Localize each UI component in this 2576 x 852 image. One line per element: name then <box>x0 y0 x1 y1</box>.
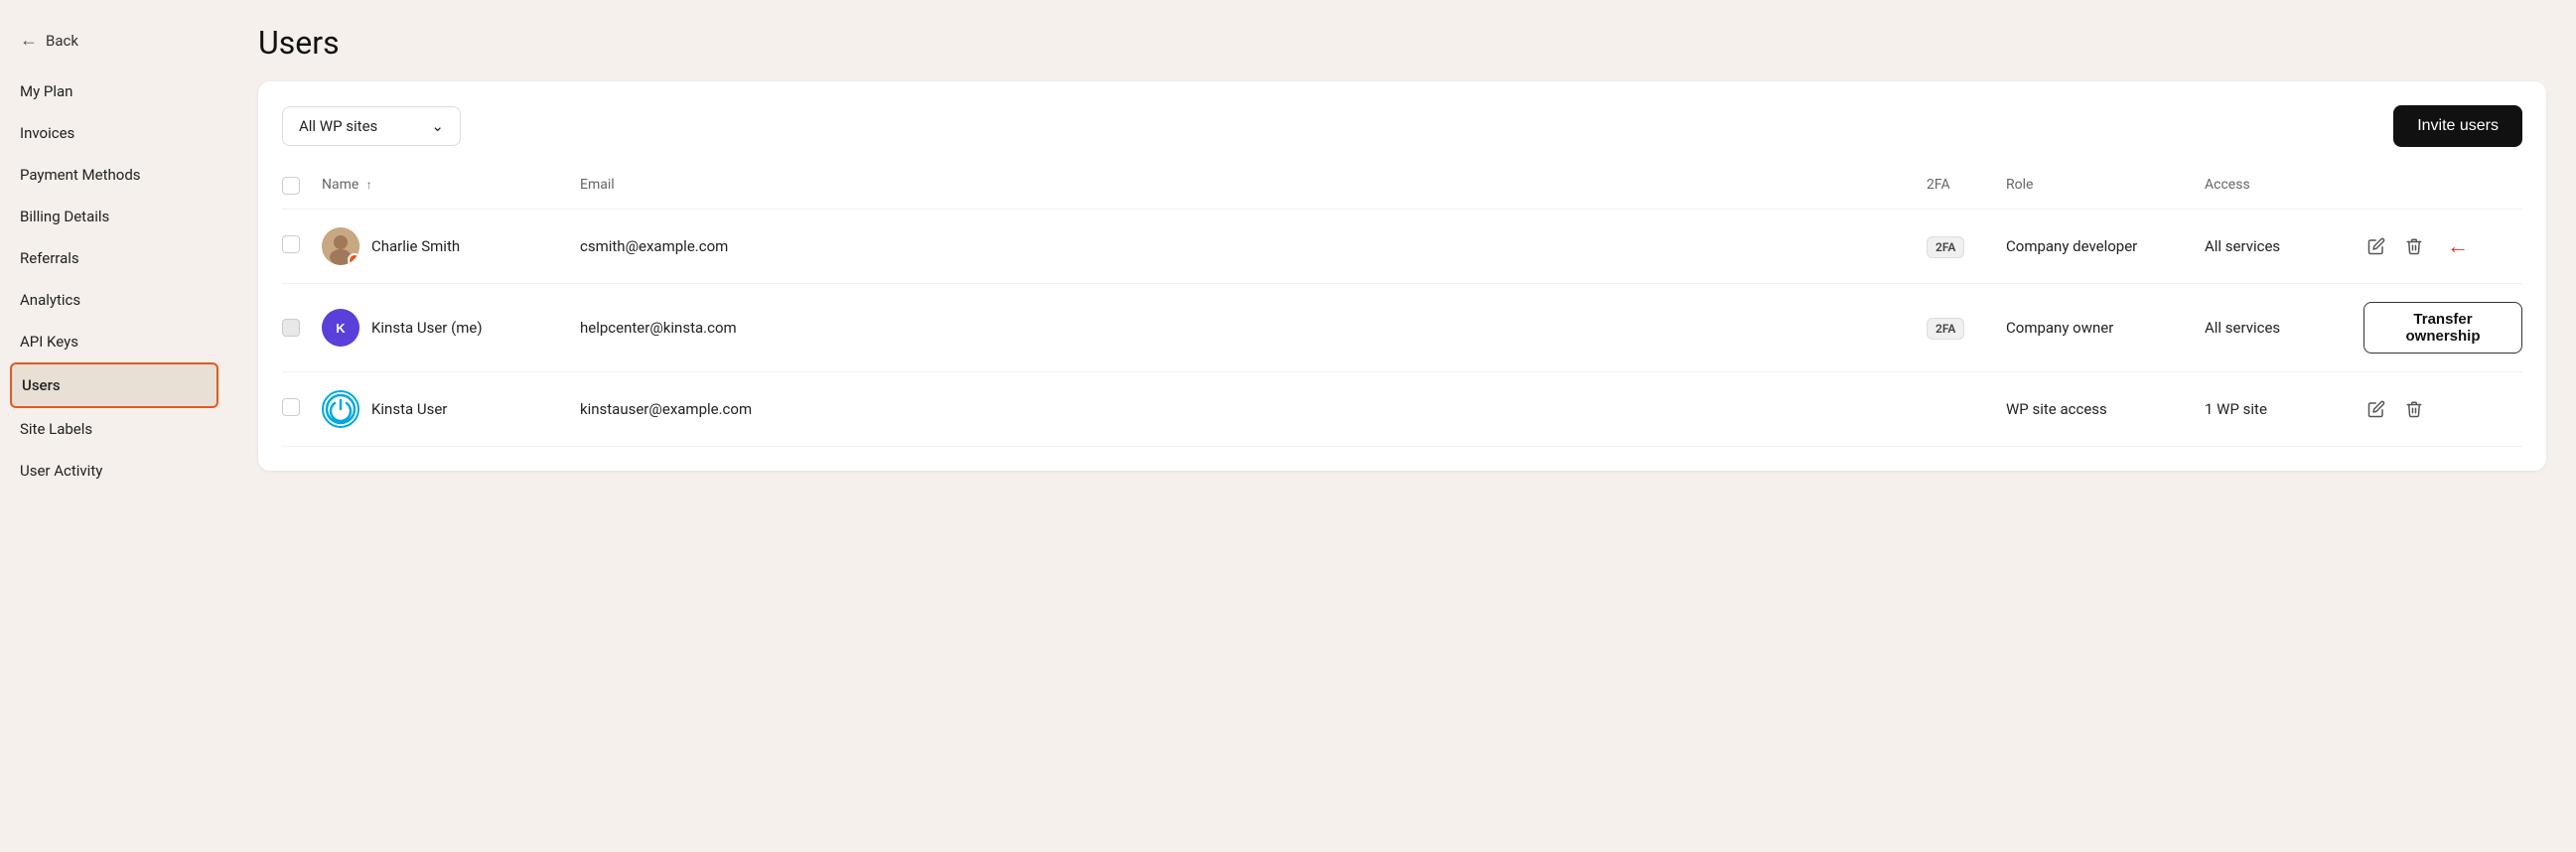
charlie-checkbox[interactable] <box>282 235 300 253</box>
kinsta-user-edit-button[interactable] <box>2363 396 2389 422</box>
row-checkbox-cell <box>282 235 322 257</box>
edit-icon <box>2367 237 2385 255</box>
charlie-email: csmith@example.com <box>580 237 1927 255</box>
sidebar-item-site-labels[interactable]: Site Labels <box>0 408 228 450</box>
charlie-role: Company developer <box>2006 237 2205 255</box>
kinsta-me-email: helpcenter@kinsta.com <box>580 319 1927 337</box>
charlie-avatar <box>322 227 359 265</box>
table-row: K Kinsta User (me) helpcenter@kinsta.com… <box>282 284 2522 372</box>
filter-label: All WP sites <box>299 117 377 135</box>
edit-icon <box>2367 400 2385 418</box>
sidebar-item-referrals[interactable]: Referrals <box>0 237 228 279</box>
trash-icon <box>2405 400 2423 418</box>
header-checkbox-cell <box>282 177 322 199</box>
invite-users-button[interactable]: Invite users <box>2393 105 2522 147</box>
charlie-access: All services <box>2205 237 2363 255</box>
select-all-checkbox[interactable] <box>282 177 300 195</box>
transfer-ownership-button[interactable]: Transfer ownership <box>2363 302 2522 354</box>
kinsta-user-cell: Kinsta User <box>322 390 580 428</box>
charlie-delete-button[interactable] <box>2401 233 2427 259</box>
sidebar-item-api-keys[interactable]: API Keys <box>0 321 228 362</box>
page-title: Users <box>258 24 2546 62</box>
sidebar-nav: My Plan Invoices Payment Methods Billing… <box>0 71 228 492</box>
table-header: Name ↑ Email 2FA Role Access <box>282 167 2522 210</box>
kinsta-me-checkbox-disabled <box>282 319 300 337</box>
back-label: Back <box>46 32 78 50</box>
charlie-badge <box>348 253 359 265</box>
header-actions <box>2363 177 2522 199</box>
chevron-down-icon: ⌄ <box>431 117 444 135</box>
header-access: Access <box>2205 177 2363 199</box>
back-arrow-icon: ← <box>20 30 38 51</box>
kinsta-user-checkbox-cell <box>282 398 322 420</box>
kinsta-user-actions <box>2363 396 2522 422</box>
charlie-edit-button[interactable] <box>2363 233 2389 259</box>
kinsta-me-2fa: 2FA <box>1927 319 2006 337</box>
table-row: Charlie Smith csmith@example.com 2FA Com… <box>282 210 2522 284</box>
header-name: Name ↑ <box>322 177 580 199</box>
kinsta-me-user-cell: K Kinsta User (me) <box>322 309 580 347</box>
sidebar-item-my-plan[interactable]: My Plan <box>0 71 228 112</box>
svg-text:K: K <box>336 321 346 336</box>
kinsta-me-checkbox-cell <box>282 319 322 337</box>
main-content: Users All WP sites ⌄ Invite users Name ↑… <box>228 0 2576 852</box>
sort-icon: ↑ <box>366 178 372 192</box>
kinsta-me-role: Company owner <box>2006 319 2205 337</box>
table-row: Kinsta User kinstauser@example.com WP si… <box>282 372 2522 447</box>
header-email: Email <box>580 177 1927 199</box>
site-filter-dropdown[interactable]: All WP sites ⌄ <box>282 106 461 146</box>
kinsta-me-name: Kinsta User (me) <box>371 319 483 337</box>
header-2fa: 2FA <box>1927 177 2006 199</box>
kinsta-user-delete-button[interactable] <box>2401 396 2427 422</box>
kinsta-user-avatar <box>322 390 359 428</box>
kinsta-me-2fa-badge: 2FA <box>1927 318 1964 340</box>
top-bar: All WP sites ⌄ Invite users <box>282 105 2522 147</box>
charlie-2fa: 2FA <box>1927 237 2006 255</box>
sidebar-item-billing-details[interactable]: Billing Details <box>0 196 228 237</box>
kinsta-user-email: kinstauser@example.com <box>580 400 1927 418</box>
charlie-user-cell: Charlie Smith <box>322 227 580 265</box>
arrow-indicator: ← <box>2447 233 2469 259</box>
sidebar-item-users[interactable]: Users <box>10 362 218 408</box>
charlie-actions: ← <box>2363 233 2522 259</box>
trash-icon <box>2405 237 2423 255</box>
back-button[interactable]: ← Back <box>0 20 228 71</box>
kinsta-me-avatar: K <box>322 309 359 347</box>
charlie-2fa-badge: 2FA <box>1927 236 1964 258</box>
kinsta-me-actions: Transfer ownership <box>2363 302 2522 354</box>
kinsta-user-access: 1 WP site <box>2205 400 2363 418</box>
sidebar-item-user-activity[interactable]: User Activity <box>0 450 228 492</box>
kinsta-user-name: Kinsta User <box>371 400 447 418</box>
kinsta-user-role: WP site access <box>2006 400 2205 418</box>
sidebar-item-invoices[interactable]: Invoices <box>0 112 228 154</box>
kinsta-user-checkbox[interactable] <box>282 398 300 416</box>
header-role: Role <box>2006 177 2205 199</box>
sidebar-item-analytics[interactable]: Analytics <box>0 279 228 321</box>
sidebar: ← Back My Plan Invoices Payment Methods … <box>0 0 228 852</box>
content-card: All WP sites ⌄ Invite users Name ↑ Email… <box>258 81 2546 471</box>
kinsta-me-access: All services <box>2205 319 2363 337</box>
charlie-name: Charlie Smith <box>371 237 460 255</box>
sidebar-item-payment-methods[interactable]: Payment Methods <box>0 154 228 196</box>
